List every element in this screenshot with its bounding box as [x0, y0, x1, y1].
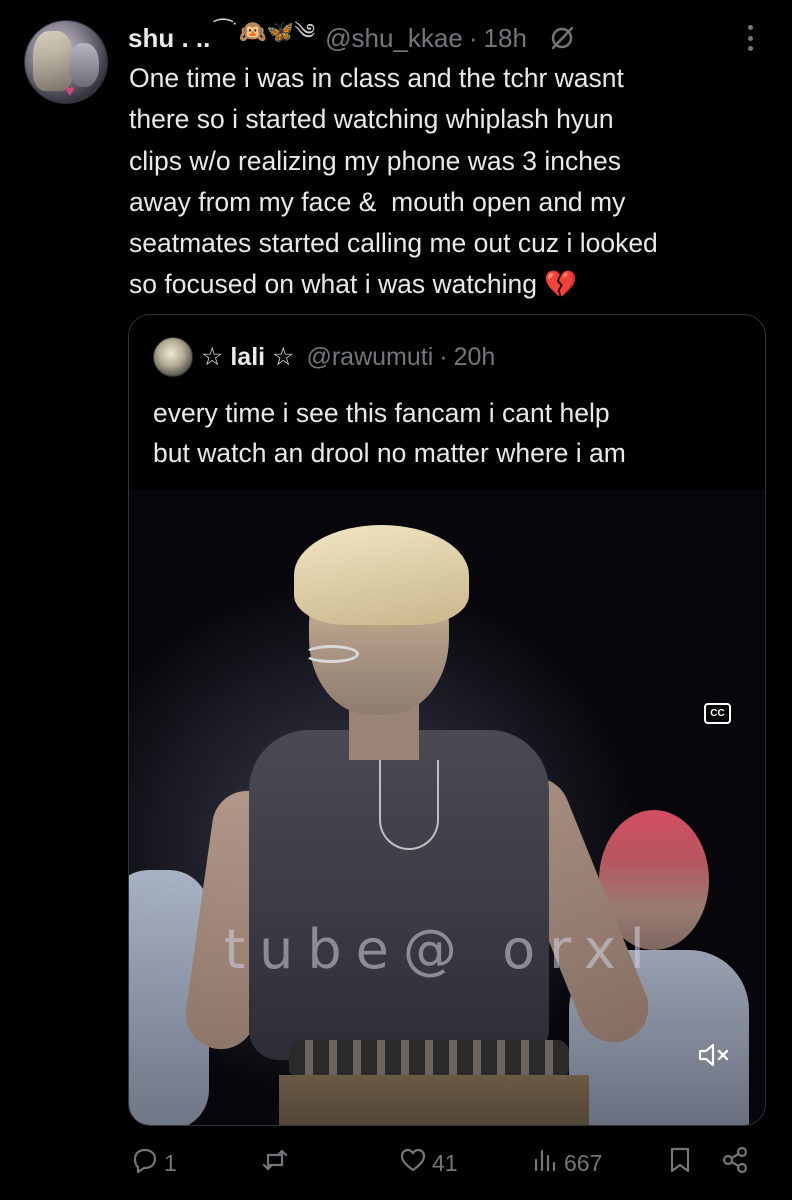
more-dots-icon[interactable] — [740, 22, 760, 54]
tweet-text: One time i was in class and the tchr was… — [129, 63, 658, 300]
heart-icon — [398, 1145, 428, 1181]
quoted-header-separator: · — [439, 342, 448, 371]
quoted-tweet-header: ☆ lali ☆ @rawumuti · 20h — [153, 337, 495, 377]
reply-icon — [130, 1145, 160, 1181]
quoted-author-avatar[interactable] — [153, 337, 193, 377]
video-main-performer — [169, 520, 659, 1125]
views-button[interactable]: 667 — [530, 1140, 602, 1186]
quoted-tweet[interactable]: ☆ lali ☆ @rawumuti · 20h every time i se… — [128, 314, 766, 1126]
views-chart-icon — [530, 1145, 560, 1181]
grok-icon[interactable] — [549, 25, 575, 51]
author-display-name[interactable]: shu . .. — [128, 23, 210, 54]
quoted-tweet-text: every time i see this fancam i cant help… — [153, 398, 626, 468]
author-avatar[interactable]: ♥ — [24, 20, 108, 104]
avatar-hair — [33, 31, 73, 91]
bookmark-icon — [665, 1145, 695, 1181]
reply-button[interactable]: 1 — [130, 1140, 177, 1186]
video-watermark: tube@ orxl — [224, 918, 659, 981]
like-button[interactable]: 41 — [398, 1140, 458, 1186]
avatar-face — [69, 43, 99, 87]
tweet-action-bar: 1 41 667 — [0, 1140, 792, 1186]
tweet-timestamp[interactable]: 18h — [484, 23, 527, 54]
muted-speaker-icon[interactable] — [689, 1036, 739, 1074]
quoted-author-handle[interactable]: @rawumuti — [306, 343, 433, 372]
bookmark-button[interactable] — [665, 1140, 695, 1186]
quoted-tweet-timestamp[interactable]: 20h — [454, 343, 496, 372]
closed-captions-icon[interactable]: CC — [704, 703, 731, 724]
reply-count: 1 — [164, 1149, 177, 1176]
share-icon — [720, 1145, 750, 1181]
video-player[interactable]: tube@ orxl CC — [129, 490, 765, 1125]
views-count: 667 — [564, 1149, 603, 1176]
author-handle[interactable]: @shu_kkae — [325, 23, 463, 54]
repost-button[interactable] — [260, 1140, 294, 1186]
tweet-header: shu . .. ⁀˙🙉🦋༄ @shu_kkae · 18h — [128, 18, 752, 58]
share-button[interactable] — [720, 1140, 750, 1186]
header-separator: · — [468, 22, 478, 53]
quoted-author-display-name[interactable]: ☆ lali ☆ — [201, 342, 294, 372]
repost-icon — [260, 1145, 290, 1181]
avatar-heart-icon: ♥ — [65, 83, 75, 100]
like-count: 41 — [432, 1149, 458, 1176]
